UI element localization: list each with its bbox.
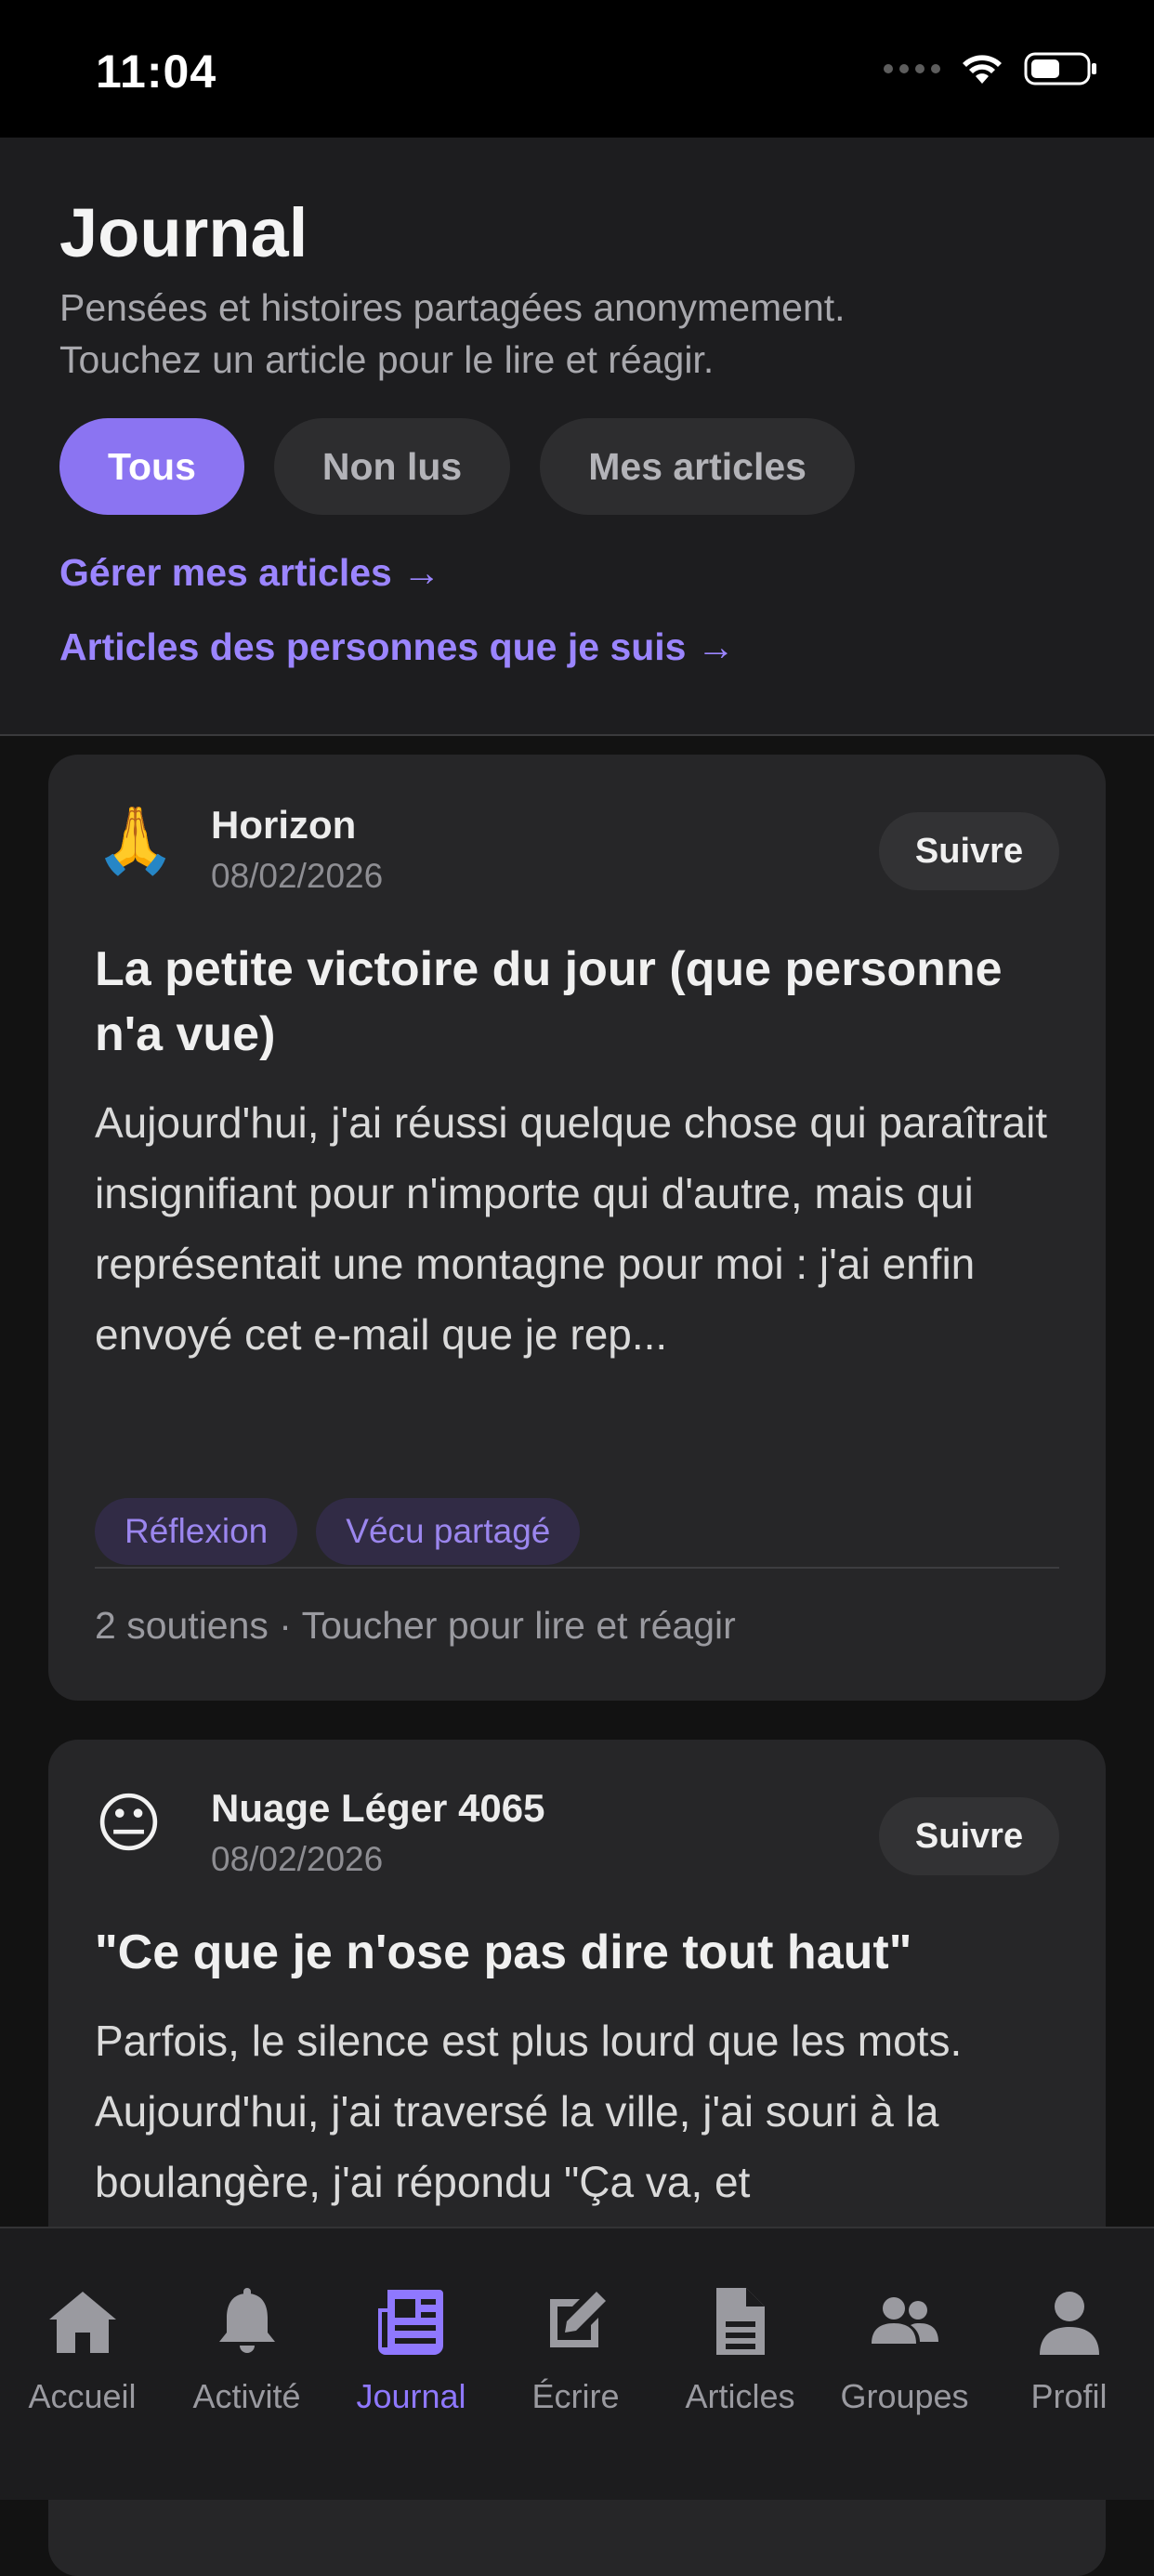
page-subtitle: Pensées et histoires partagées anonymeme… xyxy=(59,282,1082,386)
article-tags: Réflexion Vécu partagé xyxy=(95,1498,581,1565)
article-excerpt: Parfois, le silence est plus lourd que l… xyxy=(95,2017,963,2206)
follow-button[interactable]: Suivre xyxy=(879,812,1059,890)
author-name: Horizon xyxy=(211,803,357,847)
manage-articles-link[interactable]: Gérer mes articles → xyxy=(59,551,440,595)
status-icons xyxy=(884,51,1098,86)
following-articles-link[interactable]: Articles des personnes que je suis → xyxy=(59,625,735,669)
filter-chip-all[interactable]: Tous xyxy=(59,418,244,515)
author-avatar: 😐 xyxy=(95,1787,163,1860)
article-title: "Ce que je n'ose pas dire tout haut" xyxy=(95,1925,912,1979)
tag-reflexion[interactable]: Réflexion xyxy=(95,1498,298,1565)
user-icon xyxy=(1039,2292,1099,2355)
tab-ecrire[interactable]: Écrire xyxy=(493,2228,658,2500)
battery-icon xyxy=(1024,52,1096,85)
article-card[interactable]: 🙏 Horizon 08/02/2026 Suivre La petite vi… xyxy=(48,755,1106,1701)
tab-articles[interactable]: Articles xyxy=(658,2228,822,2500)
article-excerpt: Aujourd'hui, j'ai réussi quelque chose q… xyxy=(95,1098,1048,1359)
follow-button[interactable]: Suivre xyxy=(879,1797,1059,1875)
tab-label: Profil xyxy=(1030,2377,1108,2415)
signal-icon xyxy=(884,64,940,73)
tab-groupes[interactable]: Groupes xyxy=(822,2228,987,2500)
journal-header: Journal Pensées et histoires partagées a… xyxy=(0,138,1154,736)
tab-profil[interactable]: Profil xyxy=(987,2228,1151,2500)
wifi-icon xyxy=(963,55,1002,84)
article-date: 08/02/2026 xyxy=(211,1840,384,1878)
tag-vecu-partage[interactable]: Vécu partagé xyxy=(316,1498,581,1565)
subtitle-line-2: Touchez un article pour le lire et réagi… xyxy=(59,338,715,381)
article-date: 08/02/2026 xyxy=(211,857,384,895)
bell-icon xyxy=(218,2288,275,2353)
users-icon xyxy=(871,2297,938,2344)
tab-accueil[interactable]: Accueil xyxy=(0,2228,164,2500)
home-icon xyxy=(48,2292,116,2353)
filter-chip-unread[interactable]: Non lus xyxy=(273,418,511,515)
article-footer: 2 soutiens · Toucher pour lire et réagir xyxy=(95,1604,736,1647)
filter-chip-my-articles[interactable]: Mes articles xyxy=(540,418,855,515)
author-avatar: 🙏 xyxy=(95,804,177,876)
newspaper-icon xyxy=(377,2290,443,2355)
status-time: 11:04 xyxy=(96,46,217,98)
filter-chips: Tous Non lus Mes articles xyxy=(59,418,855,515)
tab-activite[interactable]: Activité xyxy=(164,2228,329,2500)
subtitle-line-1: Pensées et histoires partagées anonymeme… xyxy=(59,286,846,329)
document-icon xyxy=(715,2288,765,2355)
card-divider xyxy=(95,1567,1059,1569)
page-title: Journal xyxy=(59,194,308,271)
bottom-tab-bar: Accueil Activité Journal Écrire Articles… xyxy=(0,2227,1154,2500)
article-title: La petite victoire du jour (que personne… xyxy=(95,942,1003,1061)
author-name: Nuage Léger 4065 xyxy=(211,1786,545,1830)
status-bar: 11:04 xyxy=(0,0,1154,138)
edit-icon xyxy=(549,2292,606,2347)
tab-journal[interactable]: Journal xyxy=(329,2228,493,2500)
